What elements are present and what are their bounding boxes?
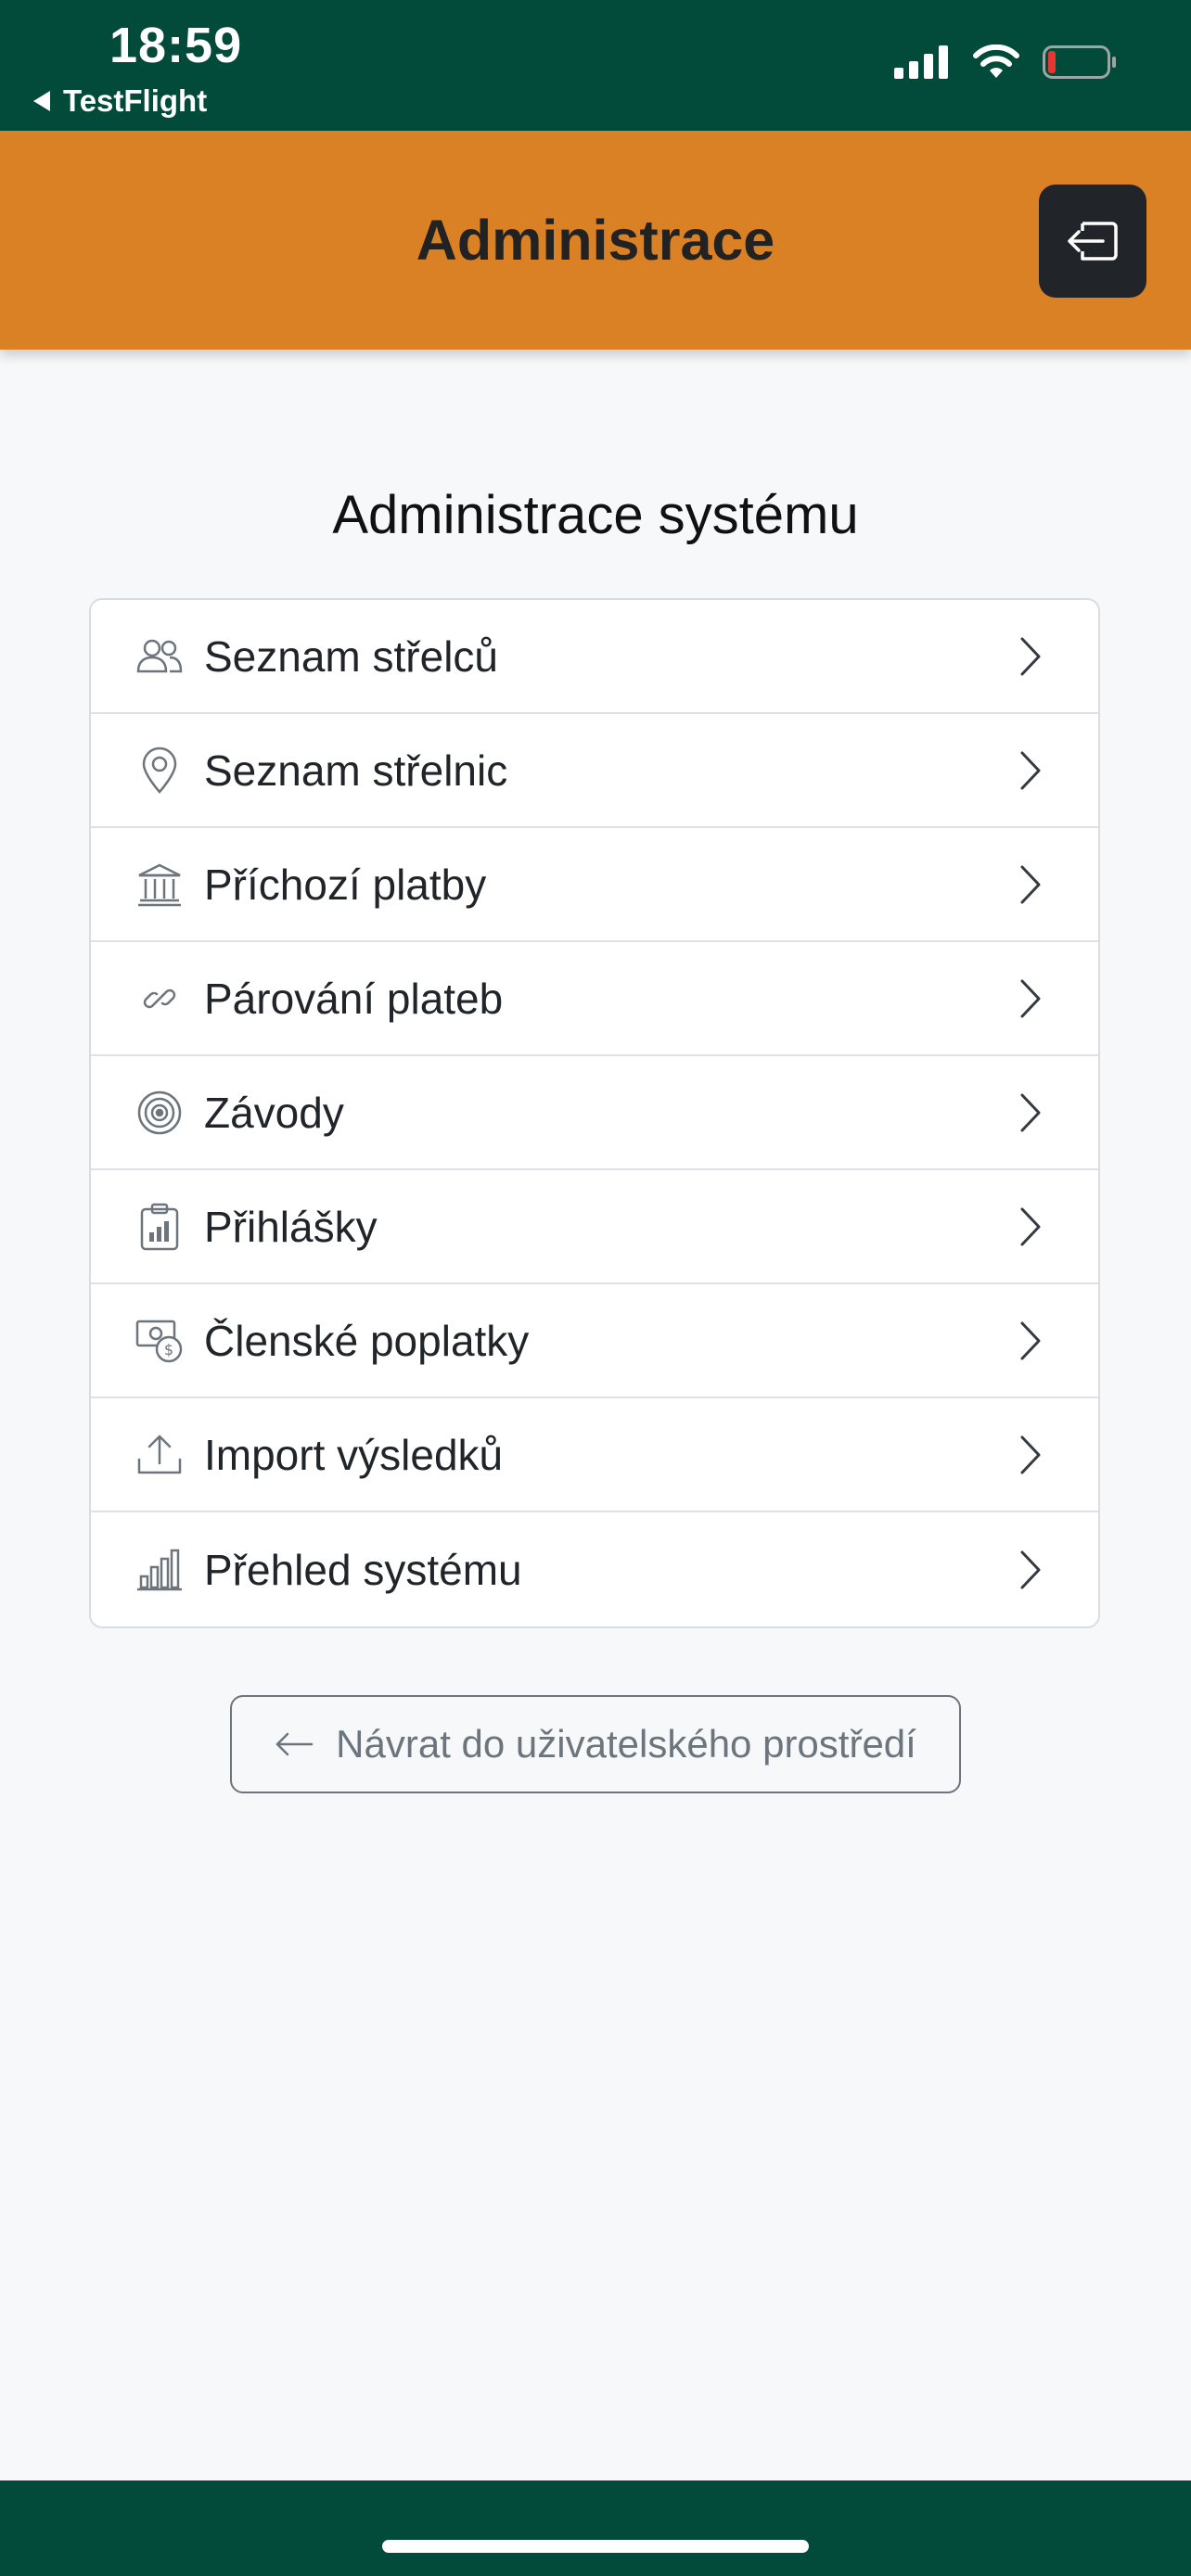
chevron-right-icon — [1017, 1206, 1044, 1247]
menu-item-label: Přihlášky — [204, 1202, 378, 1251]
upload-icon — [135, 1431, 184, 1479]
arrow-left-icon — [275, 1732, 314, 1756]
status-icons — [894, 45, 1117, 80]
bottom-bar — [0, 2480, 1191, 2576]
logout-icon — [1068, 222, 1118, 261]
svg-text:$: $ — [164, 1341, 173, 1358]
menu-item-import-vysledku[interactable]: Import výsledků — [91, 1398, 1098, 1512]
back-to-testflight[interactable]: TestFlight — [33, 83, 207, 119]
menu-item-label: Seznam střelnic — [204, 746, 508, 795]
back-app-label: TestFlight — [63, 83, 208, 118]
wifi-icon — [973, 45, 1019, 78]
cash-coin-icon: $ — [135, 1317, 184, 1365]
chevron-right-icon — [1017, 1435, 1044, 1475]
admin-menu-list: Seznam střelců Seznam střelnic Příchozí … — [89, 598, 1100, 1628]
menu-item-seznam-strelcu[interactable]: Seznam střelců — [91, 600, 1098, 714]
page-title: Administrace — [416, 209, 775, 272]
clipboard-chart-icon — [135, 1203, 184, 1251]
link-icon — [135, 975, 184, 1023]
menu-item-label: Seznam střelců — [204, 631, 499, 681]
menu-item-label: Párování plateb — [204, 974, 504, 1023]
back-to-user-environment-button[interactable]: Návrat do uživatelského prostředí — [230, 1695, 961, 1793]
menu-item-parovani-plateb[interactable]: Párování plateb — [91, 942, 1098, 1056]
menu-item-clenske-poplatky[interactable]: $ Členské poplatky — [91, 1284, 1098, 1398]
target-icon — [135, 1089, 184, 1137]
cellular-signal-icon — [894, 45, 948, 79]
menu-item-label: Členské poplatky — [204, 1316, 530, 1365]
chevron-right-icon — [1017, 978, 1044, 1019]
bar-chart-icon — [135, 1546, 184, 1594]
chevron-right-icon — [1017, 1320, 1044, 1361]
location-pin-icon — [135, 746, 184, 795]
home-indicator[interactable] — [382, 2540, 809, 2553]
chevron-right-icon — [1017, 750, 1044, 791]
section-title: Administrace systému — [332, 485, 859, 545]
chevron-right-icon — [1017, 636, 1044, 677]
back-triangle-icon — [33, 91, 50, 111]
menu-item-seznam-strelnic[interactable]: Seznam střelnic — [91, 714, 1098, 828]
status-time: 18:59 — [109, 18, 243, 73]
menu-item-prichozi-platby[interactable]: Příchozí platby — [91, 828, 1098, 942]
status-bar: 18:59 TestFlight — [0, 0, 1191, 131]
app-header: Administrace — [0, 131, 1191, 350]
menu-item-prihlasky[interactable]: Přihlášky — [91, 1170, 1098, 1284]
menu-item-prehled-systemu[interactable]: Přehled systému — [91, 1512, 1098, 1626]
battery-icon — [1043, 45, 1116, 79]
menu-item-zavody[interactable]: Závody — [91, 1056, 1098, 1170]
bank-icon — [135, 861, 184, 909]
logout-button[interactable] — [1039, 185, 1146, 298]
chevron-right-icon — [1017, 1549, 1044, 1590]
chevron-right-icon — [1017, 1092, 1044, 1133]
users-icon — [135, 632, 184, 681]
menu-item-label: Přehled systému — [204, 1545, 522, 1594]
chevron-right-icon — [1017, 864, 1044, 905]
menu-item-label: Import výsledků — [204, 1430, 504, 1479]
menu-item-label: Závody — [204, 1088, 344, 1137]
back-button-label: Návrat do uživatelského prostředí — [336, 1722, 916, 1766]
menu-item-label: Příchozí platby — [204, 860, 487, 909]
